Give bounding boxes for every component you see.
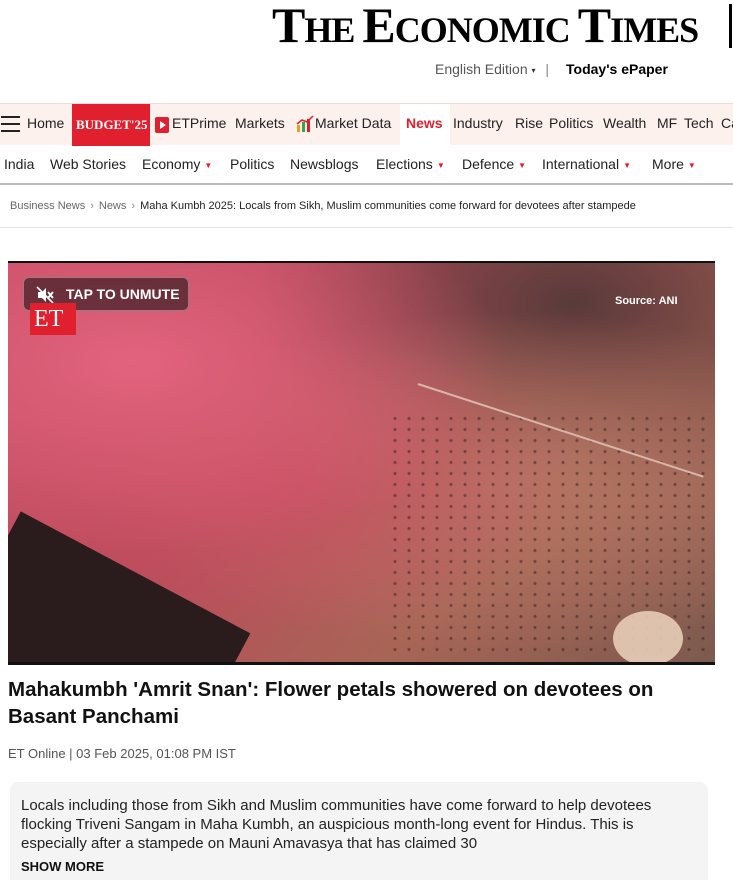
subnav-web-stories[interactable]: Web Stories [50,156,126,172]
article-summary-box: Locals including those from Sikh and Mus… [10,782,708,880]
nav-wealth[interactable]: Wealth [603,115,646,131]
masthead: THE ECONOMIC TIMES English Edition ▾ | T… [0,0,733,100]
subnav-newsblogs[interactable]: Newsblogs [290,156,358,172]
chevron-down-icon: ▼ [204,160,213,170]
edition-label: English Edition [435,61,528,77]
show-more-button[interactable]: SHOW MORE [21,859,104,874]
article-summary: Locals including those from Sikh and Mus… [21,797,652,852]
breadcrumb: Business News › News › Maha Kumbh 2025: Loca… [10,200,636,212]
chevron-down-icon: ▼ [518,160,527,170]
separator: | [545,61,550,77]
etprime-icon [155,117,169,133]
nav-budget[interactable]: BUDGET'25 [72,104,150,146]
nav-tech[interactable]: Tech [684,115,714,131]
subnav-economy[interactable]: Economy ▼ [142,156,212,172]
breadcrumb-business-news[interactable]: Business News [10,200,85,212]
nav-markets[interactable]: Markets [235,115,285,131]
edition-selector[interactable]: English Edition ▾ | [435,61,555,77]
chevron-down-icon: ▼ [687,160,696,170]
nav-industry[interactable]: Industry [453,115,503,131]
video-player[interactable]: TAP TO UNMUTE ET Source: ANI [8,261,715,665]
video-source: Source: ANI [615,295,678,307]
sub-nav: India Web Stories Economy ▼ Politics News… [0,145,733,185]
et-watermark-logo: ET [30,303,76,335]
subnav-india[interactable]: India [4,156,34,172]
nav-home[interactable]: Home [27,115,64,131]
nav-news[interactable]: News [400,104,450,146]
main-nav: Home BUDGET'25 ETPrime Markets Market Da… [0,103,733,146]
nav-cut-item[interactable]: Ca [721,115,733,131]
subnav-elections[interactable]: Elections ▼ [376,156,445,172]
caret-down-icon: ▾ [531,65,536,75]
nav-etprime[interactable]: ETPrime [172,115,226,131]
video-frame-highlight [613,611,683,662]
subnav-defence[interactable]: Defence ▼ [462,156,526,172]
hamburger-menu-icon[interactable] [1,116,20,132]
subnav-politics[interactable]: Politics [230,156,274,172]
video-frame-shadow [8,511,251,662]
chart-icon [296,115,314,132]
article-byline: ET Online | 03 Feb 2025, 01:08 PM IST [8,746,236,761]
nav-rise[interactable]: Rise [515,115,543,131]
subnav-more[interactable]: More ▼ [652,156,696,172]
muted-speaker-icon [36,286,54,304]
logo-edge [729,4,732,48]
site-logo[interactable]: THE ECONOMIC TIMES [272,0,699,63]
nav-politics[interactable]: Politics [549,115,593,131]
nav-market-data[interactable]: Market Data [315,115,391,131]
breadcrumb-current: Maha Kumbh 2025: Locals from Sikh, Musli… [140,200,636,212]
article-headline: Mahakumbh 'Amrit Snan': Flower petals sh… [8,678,654,728]
chevron-right-icon: › [131,200,136,212]
chevron-down-icon: ▼ [436,160,445,170]
epaper-link[interactable]: Today's ePaper [566,61,668,77]
breadcrumb-news[interactable]: News [99,200,127,212]
chevron-right-icon: › [90,200,94,212]
divider [0,227,733,228]
chevron-down-icon: ▼ [623,160,631,170]
nav-mf[interactable]: MF [657,115,677,131]
subnav-international[interactable]: International ▼ [542,156,631,172]
